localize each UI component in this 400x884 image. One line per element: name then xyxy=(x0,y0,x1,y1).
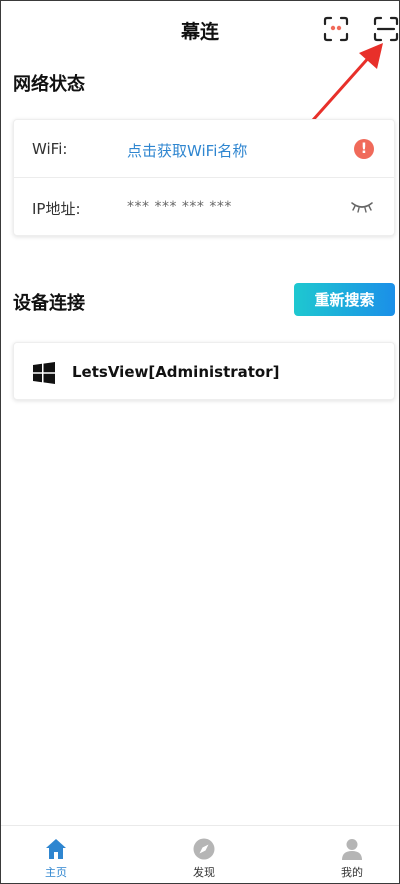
nav-label-home: 主页 xyxy=(45,866,67,879)
nav-label-mine: 我的 xyxy=(341,866,363,879)
warning-icon[interactable]: ! xyxy=(354,139,374,159)
scan-icon[interactable] xyxy=(373,16,399,42)
compass-icon xyxy=(193,838,215,860)
eye-closed-icon[interactable] xyxy=(350,200,374,214)
device-list-item[interactable]: LetsView[Administrator] xyxy=(13,342,395,400)
screen-mirror-icon[interactable] xyxy=(323,16,349,42)
nav-item-mine[interactable]: 我的 xyxy=(312,826,392,883)
device-name: LetsView[Administrator] xyxy=(72,363,280,381)
wifi-row[interactable]: WiFi: 点击获取WiFi名称 ! xyxy=(14,120,394,178)
network-status-title: 网络状态 xyxy=(13,74,85,95)
ip-label: IP地址: xyxy=(32,200,81,218)
wifi-label: WiFi: xyxy=(32,140,68,158)
nav-label-discover: 发现 xyxy=(193,866,215,879)
research-button[interactable]: 重新搜索 xyxy=(294,283,395,316)
wifi-name-link[interactable]: 点击获取WiFi名称 xyxy=(127,140,247,161)
windows-icon xyxy=(33,362,55,384)
ip-row: IP地址: *** *** *** *** xyxy=(14,178,394,236)
device-connect-title: 设备连接 xyxy=(13,293,85,314)
network-card: WiFi: 点击获取WiFi名称 ! IP地址: *** *** *** *** xyxy=(13,119,395,236)
nav-item-home[interactable]: 主页 xyxy=(16,826,96,883)
app-screen: 幕连 网络状态 WiFi: 点击获取WiFi名称 ! IP地址: *** ***… xyxy=(0,0,400,884)
home-icon xyxy=(46,839,66,859)
bottom-nav: 主页 发现 我的 xyxy=(1,825,399,883)
user-icon xyxy=(342,839,362,860)
ip-value: *** *** *** *** xyxy=(127,199,232,215)
nav-item-discover[interactable]: 发现 xyxy=(164,826,244,883)
top-bar: 幕连 xyxy=(1,1,399,59)
